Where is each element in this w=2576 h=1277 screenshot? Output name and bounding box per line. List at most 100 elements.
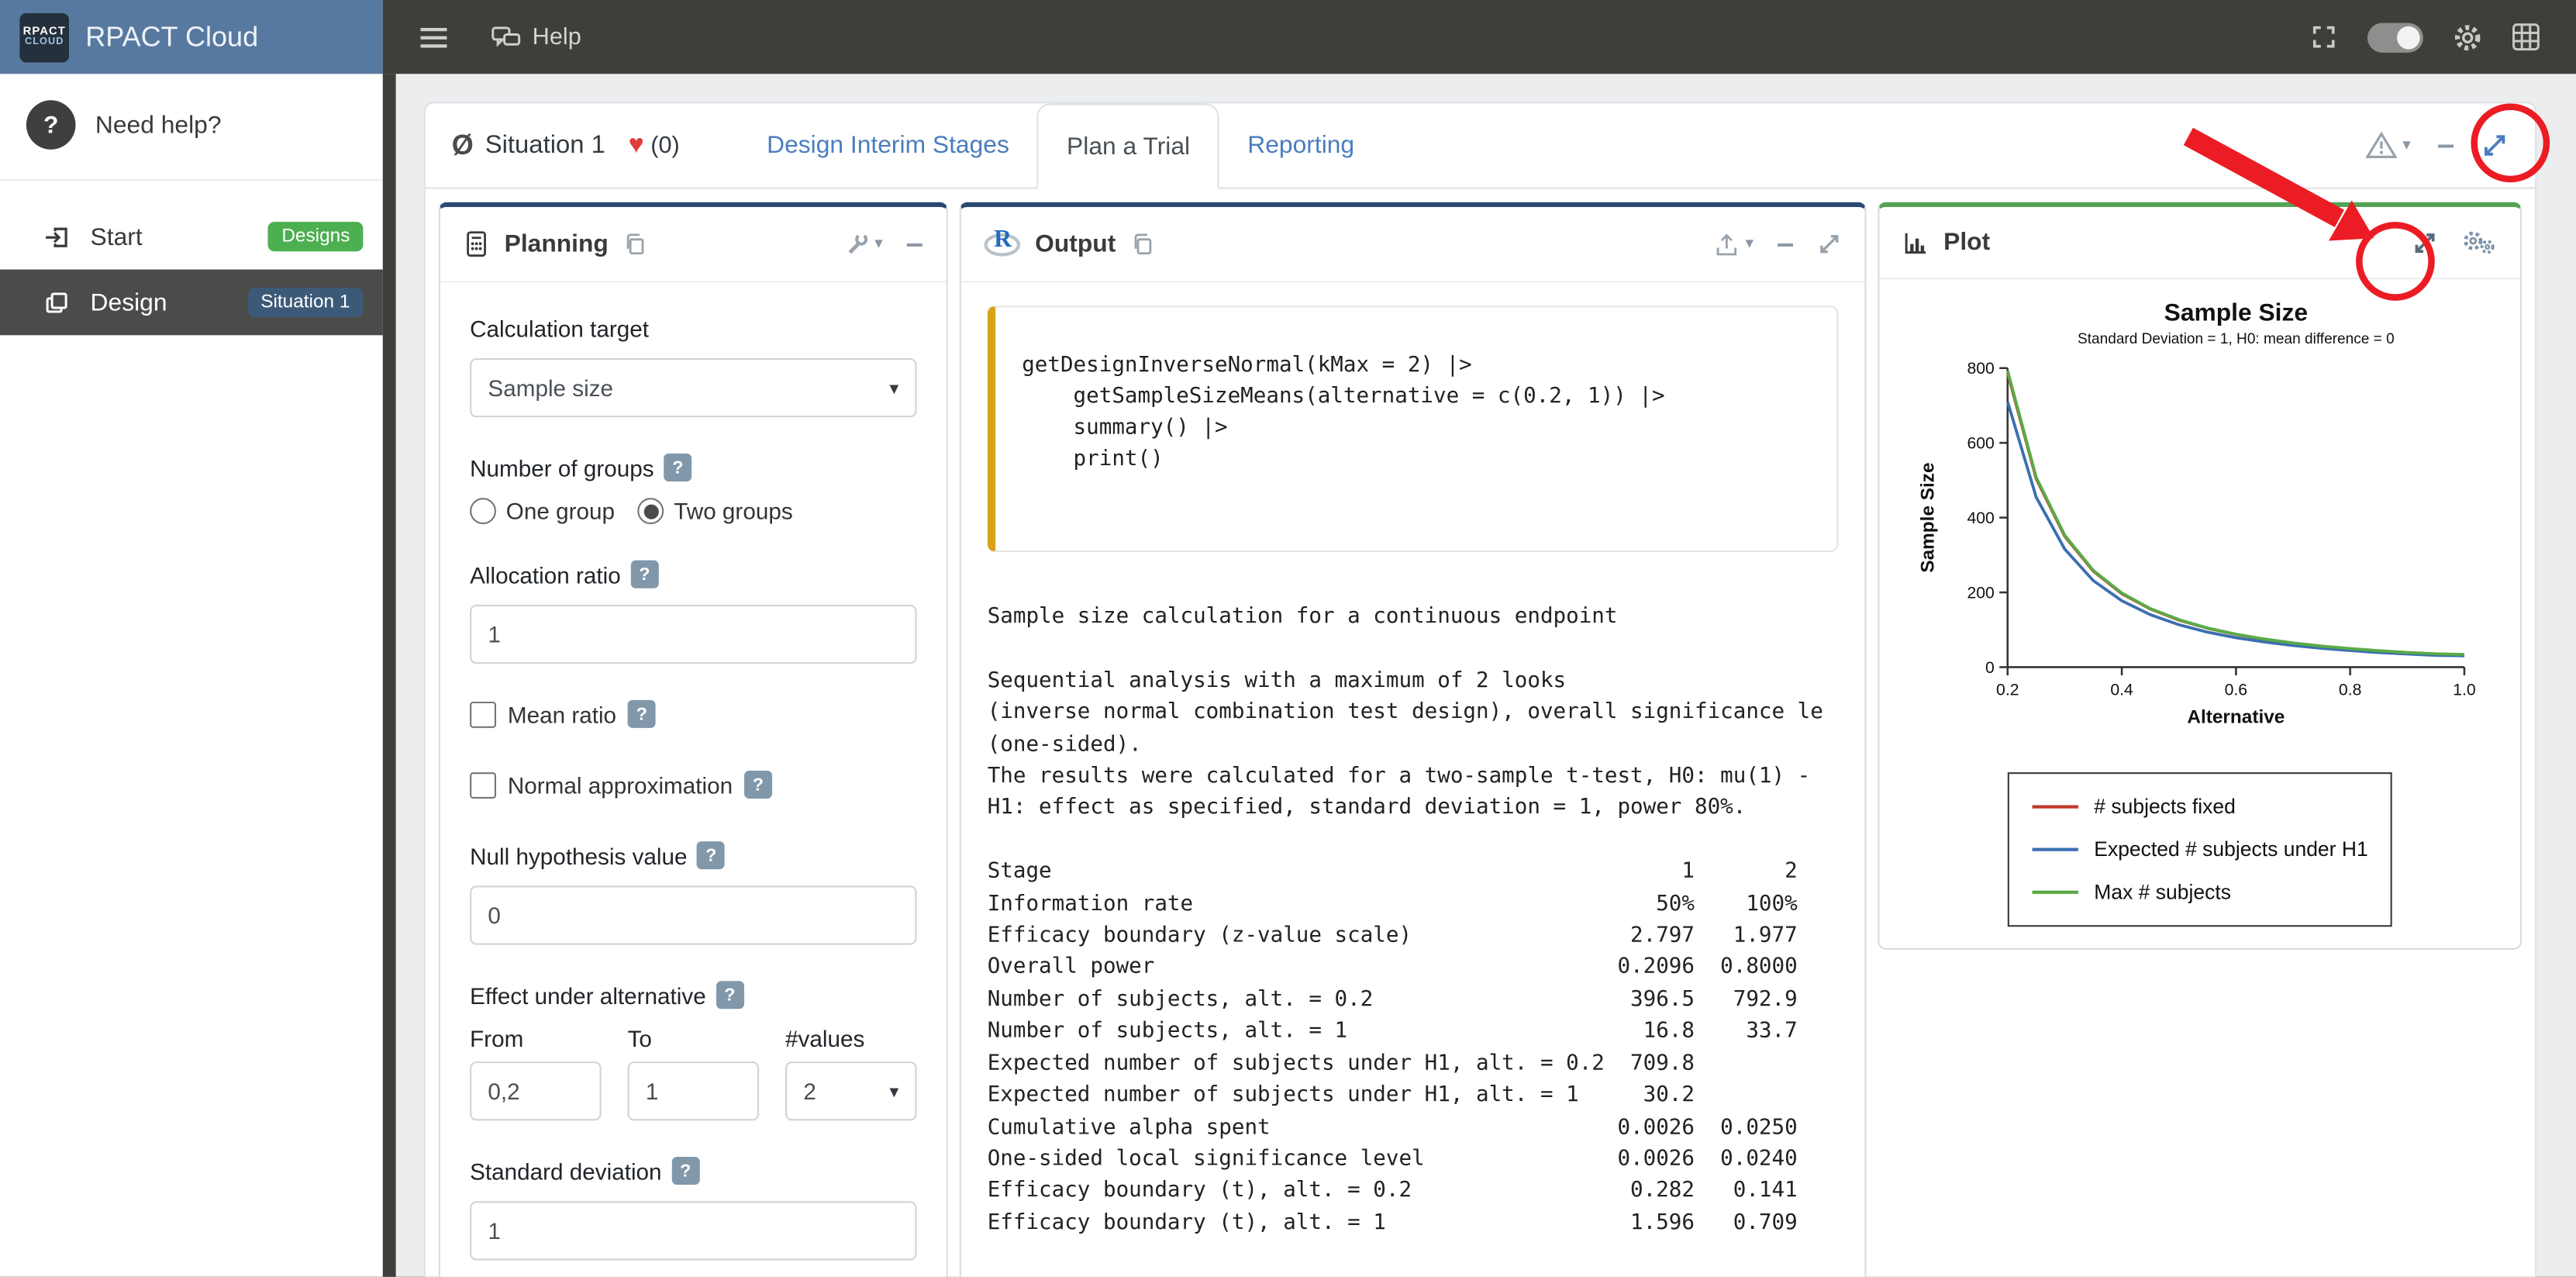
sidebar-item-label: Design [91, 288, 167, 316]
normal-approximation-checkbox[interactable]: Normal approximation? [470, 771, 916, 799]
fullscreen-icon[interactable] [2310, 23, 2338, 51]
svg-text:0.6: 0.6 [2225, 681, 2247, 699]
plot-settings-gears-icon[interactable] [2461, 229, 2498, 257]
app-root: RPACT CLOUD RPACT Cloud Help [0, 0, 2576, 1277]
legend-label: # subjects fixed [2094, 796, 2236, 819]
sidebar: ? Need help? Start Designs Design Situat… [0, 74, 383, 1276]
checkbox-icon [470, 701, 496, 727]
help-badge-icon[interactable]: ? [664, 454, 691, 481]
effect-under-alternative-label: Effect under alternative? [470, 981, 916, 1009]
svg-text:0: 0 [1985, 659, 1995, 677]
expand-icon [2481, 132, 2509, 160]
collapse-card-button[interactable]: – [2437, 129, 2454, 160]
copy-icon[interactable] [1130, 231, 1155, 257]
warnings-dropdown[interactable]: ▾ [2367, 132, 2411, 160]
num-values-label: #values [785, 1025, 917, 1051]
export-dropdown[interactable]: ▾ [1714, 231, 1754, 257]
help-badge-icon[interactable]: ? [630, 561, 658, 588]
svg-text:1.0: 1.0 [2453, 681, 2475, 699]
heart-icon: ♥ [629, 130, 644, 160]
enter-icon [43, 223, 71, 250]
collapse-planning-button[interactable]: – [906, 229, 923, 260]
plot-title: Plot [1943, 229, 1990, 257]
help-menu[interactable]: Help [491, 24, 581, 50]
expand-card-button[interactable] [2481, 132, 2509, 160]
effect-from-input[interactable] [470, 1061, 602, 1120]
toggle-knob [2397, 26, 2420, 49]
svg-text:Sample Size: Sample Size [1917, 462, 1938, 572]
help-badge-icon[interactable]: ? [744, 771, 772, 799]
situation-card: Ø Situation 1 ♥ (0) Design Interim Stage… [424, 102, 2536, 1276]
svg-text:800: 800 [1967, 360, 1994, 378]
collapse-output-button[interactable]: – [1777, 229, 1794, 260]
situation-title: Ø Situation 1 [452, 104, 605, 188]
caret-down-icon: ▾ [2402, 136, 2411, 154]
radio-checked-icon [638, 498, 664, 524]
plot-panel: Plot Sample SizeStandard Deviation = 1, … [1878, 202, 2522, 950]
rpact-logo-icon: RPACT CLOUD [19, 12, 69, 62]
brand-title: RPACT Cloud [85, 20, 258, 53]
card-actions: ▾ – [2367, 104, 2509, 188]
mean-ratio-checkbox[interactable]: Mean ratio? [470, 700, 916, 728]
tab-bar: Design Interim Stages Plan a Trial Repor… [739, 104, 1382, 188]
standard-deviation-input[interactable] [470, 1201, 916, 1260]
radio-one-group[interactable]: One group [470, 498, 615, 524]
sidebar-item-start[interactable]: Start Designs [0, 204, 383, 270]
legend-item: # subjects fixed [2032, 785, 2368, 828]
expand-output-button[interactable] [1817, 232, 1842, 257]
calculation-target-label: Calculation target [470, 316, 916, 342]
help-badge-icon[interactable]: ? [628, 700, 656, 728]
help-badge-icon[interactable]: ? [697, 841, 725, 869]
tab-plan-a-trial[interactable]: Plan a Trial [1037, 104, 1219, 189]
allocation-ratio-label: Allocation ratio? [470, 561, 916, 588]
sidebar-item-design[interactable]: Design Situation 1 [0, 270, 383, 336]
svg-text:Sample Size: Sample Size [2164, 298, 2308, 326]
standard-deviation-label: Standard deviation? [470, 1157, 916, 1185]
tab-reporting[interactable]: Reporting [1219, 104, 1382, 188]
menu-icon[interactable] [419, 26, 448, 49]
situation-label: Situation 1 [485, 130, 605, 160]
copy-icon[interactable] [623, 231, 648, 257]
tools-dropdown[interactable]: ▾ [845, 232, 883, 257]
chart-icon [1902, 230, 1929, 256]
null-hypothesis-label: Null hypothesis value? [470, 841, 916, 869]
svg-text:Alternative: Alternative [2187, 706, 2285, 727]
help-badge-icon[interactable]: ? [671, 1157, 699, 1185]
gear-icon[interactable] [2453, 22, 2482, 52]
planning-form: Calculation target Sample size ▾ Number … [440, 283, 947, 1277]
caret-down-icon: ▾ [1746, 235, 1754, 253]
radio-icon [470, 498, 496, 524]
r-logo-icon: R [984, 231, 1020, 257]
allocation-ratio-input[interactable] [470, 605, 916, 664]
wrench-icon [845, 232, 870, 257]
designs-badge: Designs [268, 222, 363, 251]
r-code: getDesignInverseNormal(kMax = 2) |> getS… [1022, 350, 1810, 475]
expand-plot-button[interactable] [2412, 230, 2438, 256]
plot-legend: # subjects fixed Expected # subjects unde… [2007, 772, 2393, 927]
question-icon: ? [26, 100, 76, 150]
legend-label: Max # subjects [2094, 881, 2231, 904]
favorite-count: (0) [650, 133, 680, 159]
calculation-target-select[interactable]: Sample size ▾ [470, 358, 916, 417]
legend-item: Expected # subjects under H1 [2032, 828, 2368, 871]
apps-grid-icon[interactable] [2512, 23, 2540, 51]
radio-two-groups[interactable]: Two groups [638, 498, 793, 524]
svg-text:200: 200 [1967, 584, 1994, 602]
situation-card-header: Ø Situation 1 ♥ (0) Design Interim Stage… [426, 104, 2535, 189]
tab-design-interim-stages[interactable]: Design Interim Stages [739, 104, 1037, 188]
checkbox-icon [470, 771, 496, 798]
brand-header[interactable]: RPACT CLOUD RPACT Cloud [0, 0, 383, 74]
legend-line-swatch [2032, 848, 2078, 851]
svg-text:0.2: 0.2 [1996, 681, 2019, 699]
svg-text:600: 600 [1967, 435, 1994, 453]
num-values-select[interactable]: 2 ▾ [785, 1061, 917, 1120]
dark-mode-toggle[interactable] [2367, 22, 2423, 52]
null-hypothesis-input[interactable] [470, 885, 916, 944]
need-help-button[interactable]: ? Need help? [0, 74, 383, 181]
help-badge-icon[interactable]: ? [716, 981, 743, 1009]
number-of-groups-radios: One group Two groups [470, 498, 916, 524]
effect-to-input[interactable] [628, 1061, 760, 1120]
legend-item: Max # subjects [2032, 871, 2368, 913]
svg-text:0.4: 0.4 [2110, 681, 2133, 699]
favorites[interactable]: ♥ (0) [629, 104, 680, 188]
